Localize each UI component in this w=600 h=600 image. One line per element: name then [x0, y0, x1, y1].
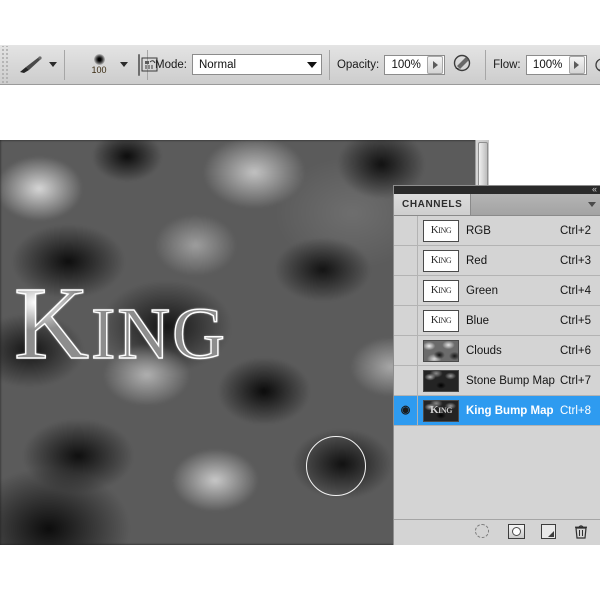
create-new-channel-button[interactable]: [541, 524, 558, 541]
channels-panel-footer: [394, 519, 600, 545]
delete-channel-button[interactable]: [574, 524, 591, 541]
panel-menu-icon[interactable]: [588, 202, 596, 207]
blend-mode-group: Mode: Normal: [155, 54, 322, 75]
opacity-input[interactable]: 100%: [384, 55, 445, 75]
channel-name: Red: [466, 255, 560, 267]
channel-name: King Bump Map: [466, 405, 560, 417]
mask-icon: [508, 524, 525, 539]
new-page-icon: [541, 524, 556, 539]
panel-title-bar[interactable]: «: [394, 186, 600, 194]
channel-thumbnail: King: [423, 400, 459, 422]
channel-row[interactable]: King RGBCtrl+2: [394, 216, 600, 246]
flow-input[interactable]: 100%: [526, 55, 587, 75]
flow-label: Flow:: [493, 59, 520, 71]
channel-thumbnail-text: King: [431, 315, 452, 326]
channel-name: Blue: [466, 315, 560, 327]
channel-thumbnail-text: King: [430, 405, 452, 416]
channel-shortcut: Ctrl+3: [560, 255, 591, 267]
photoshop-window: 100 Mode: Normal Opacity: 100%: [0, 0, 600, 600]
opacity-slider-button[interactable]: [427, 56, 443, 74]
channel-shortcut: Ctrl+2: [560, 225, 591, 237]
channel-row[interactable]: King RedCtrl+3: [394, 246, 600, 276]
channel-shortcut: Ctrl+4: [560, 285, 591, 297]
channel-thumbnail: King: [423, 280, 459, 302]
opacity-label: Opacity:: [337, 59, 379, 71]
load-channel-as-selection-button[interactable]: [475, 524, 492, 541]
channel-thumbnail: King: [423, 220, 459, 242]
tab-channels[interactable]: CHANNELS: [394, 194, 471, 215]
channel-row[interactable]: King BlueCtrl+5: [394, 306, 600, 336]
channel-shortcut: Ctrl+6: [560, 345, 591, 357]
trash-icon: [574, 524, 588, 539]
brush-preset-picker[interactable]: 100: [72, 48, 128, 82]
channel-row[interactable]: ◉ King King Bump MapCtrl+8: [394, 396, 600, 426]
channel-thumbnail-text: King: [431, 285, 452, 296]
channel-row[interactable]: King GreenCtrl+4: [394, 276, 600, 306]
dashed-circle-icon: [475, 524, 489, 538]
chevron-down-icon[interactable]: [120, 62, 128, 67]
blend-mode-select[interactable]: Normal: [192, 54, 322, 75]
tool-options-bar: 100 Mode: Normal Opacity: 100%: [0, 45, 600, 85]
options-bar-gripper[interactable]: [0, 46, 9, 84]
channel-visibility-toggle[interactable]: [394, 366, 418, 395]
channel-visibility-toggle[interactable]: [394, 216, 418, 245]
window-bottom-area: [0, 545, 600, 600]
channel-name: RGB: [466, 225, 560, 237]
window-top-area: [0, 0, 600, 45]
channel-name: Green: [466, 285, 560, 297]
panel-tab-strip: CHANNELS: [394, 194, 600, 216]
divider: [329, 50, 330, 80]
channel-row[interactable]: CloudsCtrl+6: [394, 336, 600, 366]
flow-group: Flow: 100%: [493, 53, 600, 77]
tool-preset-picker[interactable]: [9, 52, 57, 78]
brush-cursor-icon: [306, 436, 366, 496]
channel-name: Clouds: [466, 345, 560, 357]
panel-tab-empty-area: [471, 194, 600, 215]
channel-visibility-toggle[interactable]: [394, 276, 418, 305]
flow-slider-button[interactable]: [569, 56, 585, 74]
channel-thumbnail-text: King: [431, 225, 452, 236]
channel-shortcut: Ctrl+7: [560, 375, 591, 387]
channels-panel: « CHANNELS KingRGBCtrl+2KingRedCtrl+3Kin…: [393, 185, 600, 545]
channel-shortcut: Ctrl+5: [560, 315, 591, 327]
blend-mode-value: Normal: [199, 59, 301, 71]
chevron-down-icon: [307, 62, 317, 68]
eye-icon: ◉: [401, 405, 411, 416]
brush-tip-preview: [94, 54, 105, 65]
opacity-group: Opacity: 100%: [337, 53, 478, 77]
collapse-panel-icon[interactable]: «: [592, 185, 597, 194]
channel-row[interactable]: Stone Bump MapCtrl+7: [394, 366, 600, 396]
channels-list: KingRGBCtrl+2KingRedCtrl+3KingGreenCtrl+…: [394, 216, 600, 473]
channel-thumbnail: King: [423, 250, 459, 272]
brush-icon[interactable]: [15, 52, 45, 78]
channels-empty-area: [394, 473, 600, 520]
channel-thumbnail: King: [423, 310, 459, 332]
channel-name: Stone Bump Map: [466, 375, 560, 387]
tab-channels-label: CHANNELS: [402, 199, 462, 210]
opacity-value: 100%: [385, 59, 427, 71]
tablet-pressure-icon[interactable]: [452, 53, 478, 77]
channel-thumbnail: [423, 370, 459, 392]
chevron-down-icon[interactable]: [49, 62, 57, 67]
channel-shortcut: Ctrl+8: [560, 405, 591, 417]
brushes-panel-icon[interactable]: [138, 54, 140, 76]
airbrush-icon[interactable]: [594, 53, 600, 77]
save-selection-as-channel-button[interactable]: [508, 524, 525, 541]
brush-size-label: 100: [91, 66, 106, 75]
channel-visibility-toggle[interactable]: [394, 336, 418, 365]
channel-visibility-toggle[interactable]: [394, 246, 418, 275]
brush-tip-icon[interactable]: 100: [82, 48, 116, 82]
channel-visibility-toggle[interactable]: ◉: [394, 396, 418, 425]
canvas-artwork-text: King: [14, 268, 384, 383]
channel-thumbnail: [423, 340, 459, 362]
divider: [64, 50, 65, 80]
channel-thumbnail-text: King: [431, 255, 452, 266]
flow-value: 100%: [527, 59, 569, 71]
divider: [485, 50, 486, 80]
channel-visibility-toggle[interactable]: [394, 306, 418, 335]
